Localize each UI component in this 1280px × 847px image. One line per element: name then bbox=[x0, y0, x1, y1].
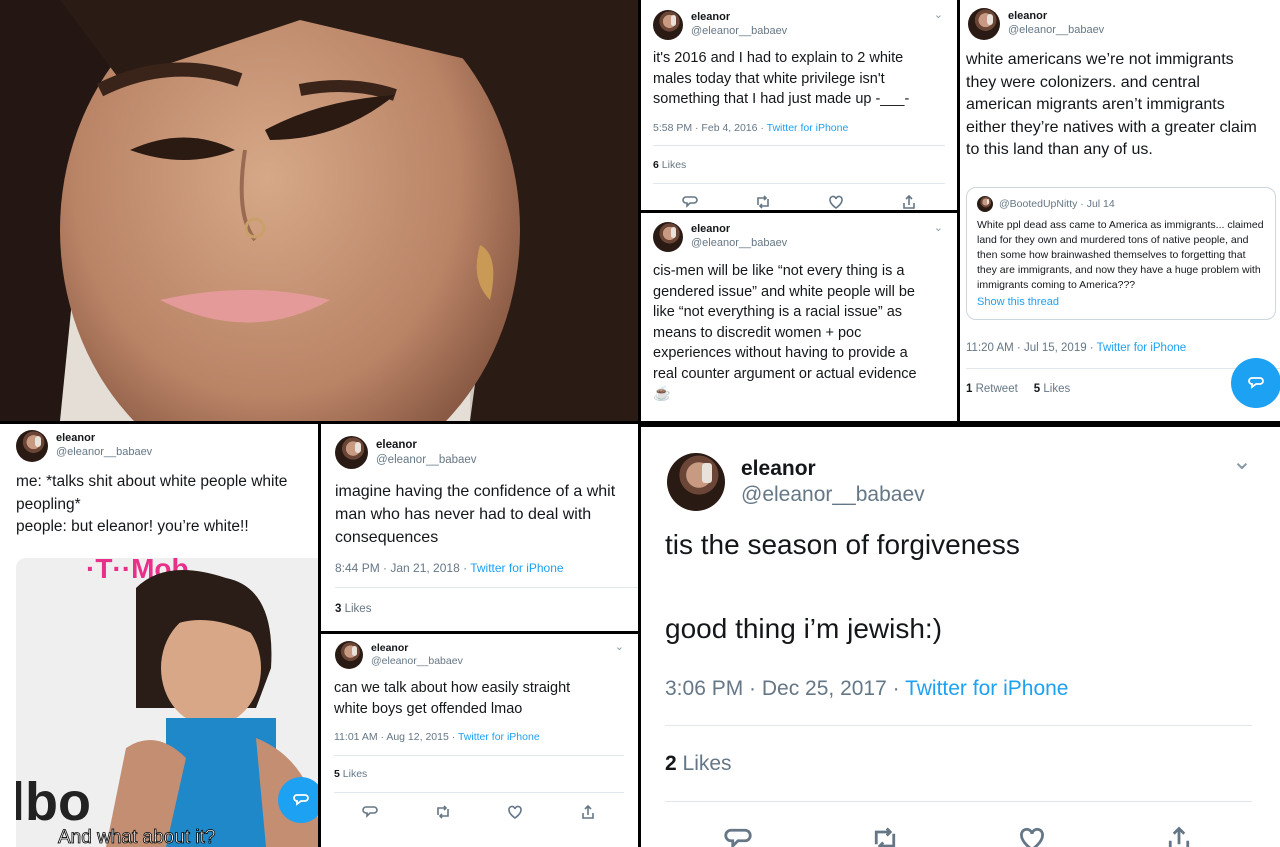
tweet-source[interactable]: Twitter for iPhone bbox=[1097, 342, 1186, 354]
divider bbox=[335, 587, 638, 588]
divider bbox=[653, 145, 945, 146]
share-icon[interactable] bbox=[901, 194, 917, 210]
tweet-card-colonizers[interactable]: eleanor @eleanor__babaev white americans… bbox=[960, 0, 1280, 421]
like-count[interactable]: 2 Likes bbox=[665, 752, 732, 776]
chevron-down-icon[interactable]: ⌄ bbox=[934, 221, 943, 234]
divider bbox=[334, 755, 624, 756]
avatar[interactable] bbox=[667, 453, 725, 511]
display-name[interactable]: eleanor bbox=[376, 438, 477, 452]
tweet-source[interactable]: Twitter for iPhone bbox=[458, 731, 540, 743]
like-count[interactable]: 5 Likes bbox=[334, 768, 367, 780]
avatar[interactable] bbox=[335, 641, 363, 669]
divider bbox=[653, 183, 945, 184]
tweet-text: tis the season of forgiveness good thing… bbox=[665, 529, 1020, 644]
compose-reply-button[interactable] bbox=[278, 777, 318, 823]
display-name[interactable]: eleanor bbox=[691, 223, 787, 237]
compose-reply-icon bbox=[1248, 377, 1264, 389]
tweet-card-offended[interactable]: eleanor @eleanor__babaev ⌄ can we talk a… bbox=[321, 634, 638, 847]
selfie-illustration bbox=[0, 0, 638, 421]
user-handle[interactable]: @eleanor__babaev bbox=[1008, 24, 1104, 38]
like-icon[interactable] bbox=[828, 194, 844, 210]
tweet-card-forgiveness[interactable]: eleanor @eleanor__babaev ⌄ tis the seaso… bbox=[641, 427, 1280, 847]
user-handle[interactable]: @eleanor__babaev bbox=[741, 482, 925, 508]
retweet-icon[interactable] bbox=[755, 194, 771, 210]
user-handle[interactable]: @eleanor__babaev bbox=[691, 237, 787, 251]
divider bbox=[665, 801, 1252, 802]
divider bbox=[966, 368, 1280, 369]
quoted-tweet[interactable]: @BootedUpNitty · Jul 14 White ppl dead a… bbox=[966, 187, 1276, 320]
gif-illustration: ·T··Mob lbo bbox=[16, 558, 318, 847]
reply-icon[interactable] bbox=[724, 825, 752, 847]
share-icon[interactable] bbox=[580, 804, 596, 820]
tweet-text: imagine having the confidence of a whit … bbox=[335, 483, 616, 546]
selfie-photo bbox=[0, 0, 638, 421]
svg-text:lbo: lbo bbox=[16, 772, 91, 832]
divider bbox=[334, 792, 624, 793]
compose-reply-icon bbox=[293, 794, 309, 806]
gif-caption: And what about it? bbox=[58, 827, 216, 847]
reply-icon[interactable] bbox=[681, 194, 698, 210]
display-name[interactable]: eleanor bbox=[1008, 10, 1104, 24]
tweet-text: white americans we’re not immigrants the… bbox=[966, 51, 1257, 158]
quoted-text: White ppl dead ass came to America as im… bbox=[977, 219, 1264, 291]
avatar[interactable] bbox=[653, 10, 683, 40]
tweet-timestamp: 8:44 PM · Jan 21, 2018 · Twitter for iPh… bbox=[335, 561, 564, 575]
retweet-icon[interactable] bbox=[435, 804, 451, 820]
compose-reply-button[interactable] bbox=[1231, 358, 1280, 408]
like-icon[interactable] bbox=[507, 804, 523, 820]
tweet-actions bbox=[653, 194, 945, 210]
display-name[interactable]: eleanor bbox=[741, 456, 925, 482]
tweet-source[interactable]: Twitter for iPhone bbox=[470, 561, 563, 575]
tweet-timestamp: 5:58 PM · Feb 4, 2016 · Twitter for iPho… bbox=[653, 122, 849, 134]
engagement-counts: 1 Retweet 5 Likes bbox=[966, 383, 1070, 395]
tweet-text: cis-men will be like “not every thing is… bbox=[653, 263, 917, 402]
tweet-text: it's 2016 and I had to explain to 2 whit… bbox=[653, 50, 910, 107]
quoted-date: · Jul 14 bbox=[1080, 198, 1115, 210]
like-count[interactable]: 5 Likes bbox=[1034, 383, 1070, 395]
reply-icon[interactable] bbox=[362, 804, 378, 820]
share-icon[interactable] bbox=[1165, 825, 1193, 847]
tweet-timestamp: 11:01 AM · Aug 12, 2015 · Twitter for iP… bbox=[334, 731, 540, 743]
display-name[interactable]: eleanor bbox=[371, 642, 463, 655]
retweet-icon[interactable] bbox=[871, 825, 899, 847]
avatar[interactable] bbox=[16, 430, 48, 462]
tweet-text: me: *talks shit about white people white… bbox=[16, 473, 288, 535]
user-handle[interactable]: @eleanor__babaev bbox=[691, 25, 787, 39]
tweet-timestamp: 11:20 AM · Jul 15, 2019 · Twitter for iP… bbox=[966, 342, 1187, 354]
avatar[interactable] bbox=[335, 436, 368, 469]
chevron-down-icon[interactable]: ⌄ bbox=[934, 8, 943, 21]
quoted-avatar[interactable] bbox=[977, 196, 993, 212]
user-handle[interactable]: @eleanor__babaev bbox=[376, 453, 477, 467]
tweet-source[interactable]: Twitter for iPhone bbox=[767, 122, 849, 134]
show-thread-link[interactable]: Show this thread bbox=[977, 296, 1265, 308]
quoted-handle[interactable]: @BootedUpNitty bbox=[999, 198, 1077, 210]
tweet-timestamp: 3:06 PM · Dec 25, 2017 · Twitter for iPh… bbox=[665, 677, 1069, 700]
tweet-card-cis-men[interactable]: eleanor @eleanor__babaev ⌄ cis-men will … bbox=[641, 213, 957, 421]
tweet-card-2016[interactable]: eleanor @eleanor__babaev ⌄ it's 2016 and… bbox=[641, 0, 957, 210]
like-count[interactable]: 3 Likes bbox=[335, 603, 371, 615]
tweet-card-confidence[interactable]: eleanor @eleanor__babaev imagine having … bbox=[321, 424, 638, 631]
gif-media[interactable]: ·T··Mob lbo And what about it? bbox=[16, 558, 318, 847]
user-handle[interactable]: @eleanor__babaev bbox=[56, 446, 152, 460]
divider bbox=[665, 725, 1252, 726]
retweet-count[interactable]: 1 Retweet bbox=[966, 383, 1018, 395]
user-handle[interactable]: @eleanor__babaev bbox=[371, 655, 463, 668]
avatar[interactable] bbox=[968, 8, 1000, 40]
tweet-source[interactable]: Twitter for iPhone bbox=[905, 677, 1068, 700]
tweet-actions bbox=[334, 804, 624, 820]
display-name[interactable]: eleanor bbox=[56, 432, 152, 446]
chevron-down-icon[interactable]: ⌄ bbox=[1232, 447, 1252, 476]
like-count[interactable]: 6 Likes bbox=[653, 159, 686, 171]
tweet-actions bbox=[665, 825, 1252, 847]
like-icon[interactable] bbox=[1018, 825, 1046, 847]
tweet-text: can we talk about how easily straight wh… bbox=[334, 680, 571, 717]
avatar[interactable] bbox=[653, 222, 683, 252]
tweet-card-peopling[interactable]: eleanor @eleanor__babaev me: *talks shit… bbox=[0, 424, 318, 847]
chevron-down-icon[interactable]: ⌄ bbox=[615, 640, 624, 653]
display-name[interactable]: eleanor bbox=[691, 11, 787, 25]
